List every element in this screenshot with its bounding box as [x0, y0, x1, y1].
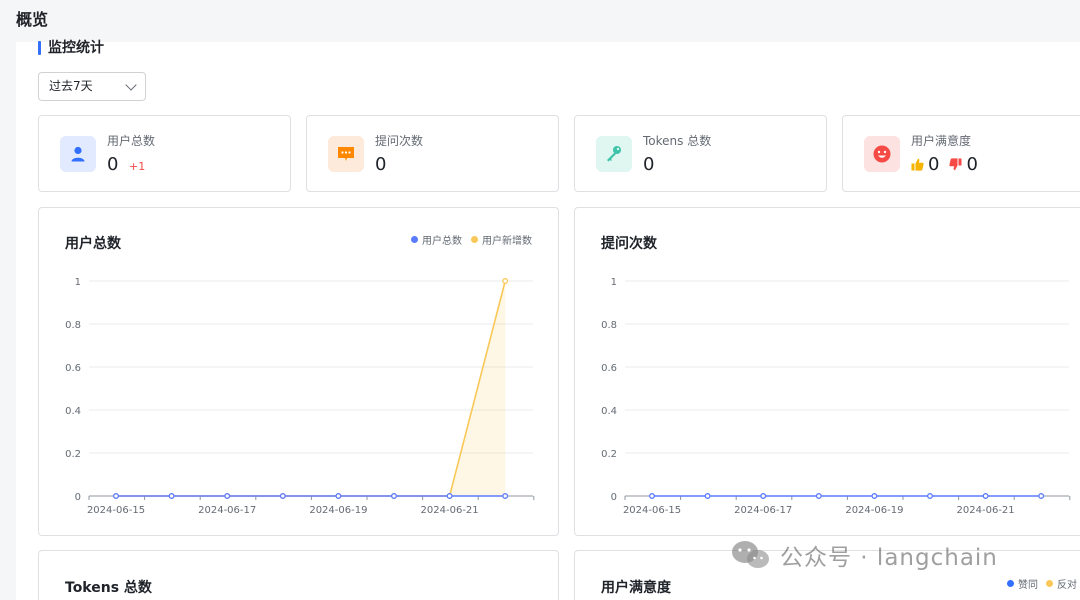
- data-point: [168, 493, 175, 499]
- legend-label: 反对: [1057, 580, 1077, 591]
- x-tick-label: 2024-06-21: [957, 505, 1015, 516]
- stat-label: 提问次数: [375, 134, 424, 148]
- data-point: [113, 493, 119, 499]
- key-icon: [596, 136, 632, 172]
- stat-card-users: 用户总数 0 +1: [38, 115, 291, 192]
- stat-label: 用户总数: [107, 134, 156, 148]
- users-line-chart: 1 0.8 0.6 0.4 0.2 0 2024-06-15 2024-06-17 2024-0…: [65, 277, 535, 516]
- y-tick-label: 0.2: [65, 449, 81, 460]
- section-title: 监控统计: [38, 40, 104, 56]
- data-point: [502, 278, 509, 284]
- x-tick-label: 2024-06-15: [87, 505, 145, 516]
- x-tick-label: 2024-06-19: [845, 505, 903, 516]
- stat-card-tokens: Tokens 总数 0: [574, 115, 827, 192]
- watermark-text: 公众号 · langchain: [780, 545, 998, 571]
- time-range-select[interactable]: 过去7天: [38, 72, 146, 101]
- y-tick-label: 0.8: [601, 320, 617, 331]
- stat-value: 0: [375, 154, 387, 175]
- data-point: [760, 493, 767, 499]
- y-tick-label: 0.4: [65, 406, 81, 417]
- monitor-panel: 监控统计 过去7天 用户总数 0 +1 提问次数 0 Tokens 总数 0 用…: [16, 40, 1080, 600]
- chart-legend: 赞同 反对: [1007, 576, 1077, 591]
- chart-card-tokens: Tokens 总数: [38, 550, 559, 600]
- data-point: [391, 493, 397, 499]
- stat-label: 用户满意度: [911, 134, 972, 148]
- chart-title: Tokens 总数: [65, 580, 152, 596]
- data-point: [1038, 493, 1045, 499]
- series-line: [116, 280, 506, 497]
- data-point: [502, 493, 509, 499]
- message-icon: [328, 136, 364, 172]
- legend-label: 赞同: [1018, 580, 1038, 591]
- thumbs-up-icon: [911, 158, 924, 171]
- data-point: [335, 493, 342, 499]
- chart-card-users: 用户总数 用户总数 用户新增数 1 0.8 0.6 0.4 0.2 0 2024-06-15…: [38, 207, 559, 536]
- y-tick-label: 0.6: [65, 363, 81, 374]
- y-tick-label: 1: [75, 277, 81, 288]
- wechat-icon: [732, 541, 769, 568]
- y-tick-label: 0: [611, 492, 617, 503]
- time-range-value: 过去7天: [49, 79, 93, 93]
- data-point: [871, 493, 878, 499]
- data-point: [704, 493, 711, 499]
- chart-title: 用户满意度: [601, 580, 671, 596]
- data-point: [815, 493, 822, 499]
- legend-item[interactable]: 反对: [1046, 576, 1077, 591]
- y-tick-label: 0.8: [65, 320, 81, 331]
- legend-dot: [1046, 580, 1053, 587]
- chart-card-questions: 提问次数 1 0.8 0.6 0.4 0.2 0 2024-06-15 2024-06-17 2…: [574, 207, 1080, 536]
- stat-delta: +1: [129, 160, 146, 173]
- stat-value: 0: [643, 154, 655, 175]
- thumbs-down-icon: [949, 158, 962, 171]
- page-title: 概览: [16, 10, 49, 29]
- watermark: 公众号 · langchain: [730, 538, 998, 572]
- stat-card-satisfaction: 用户满意度 0 0: [842, 115, 1080, 192]
- like-count: 0: [928, 154, 940, 175]
- stat-value: 0: [107, 154, 119, 175]
- legend-item[interactable]: 赞同: [1007, 576, 1038, 591]
- data-point: [224, 493, 231, 499]
- y-tick-label: 0.6: [601, 363, 617, 374]
- satisfaction-values: 0 0: [911, 154, 978, 175]
- x-tick-label: 2024-06-17: [734, 505, 792, 516]
- dislike-count: 0: [966, 154, 978, 175]
- data-point: [279, 493, 286, 499]
- legend-dot: [1007, 580, 1014, 587]
- chevron-down-icon: [125, 79, 137, 91]
- series-area: [116, 281, 506, 496]
- y-tick-label: 1: [611, 277, 617, 288]
- user-icon: [60, 136, 96, 172]
- smile-icon: [864, 136, 900, 172]
- x-tick-label: 2024-06-15: [623, 505, 681, 516]
- questions-line-chart: 1 0.8 0.6 0.4 0.2 0 2024-06-15 2024-06-17 2024-0…: [601, 277, 1071, 516]
- x-tick-label: 2024-06-21: [421, 505, 479, 516]
- y-tick-label: 0.2: [601, 449, 617, 460]
- data-point: [649, 493, 655, 499]
- data-point: [446, 493, 453, 499]
- data-point: [927, 493, 933, 499]
- x-tick-label: 2024-06-17: [198, 505, 256, 516]
- y-tick-label: 0.4: [601, 406, 617, 417]
- data-point: [982, 493, 989, 499]
- x-tick-label: 2024-06-19: [309, 505, 367, 516]
- y-tick-label: 0: [75, 492, 81, 503]
- stat-card-questions: 提问次数 0: [306, 115, 559, 192]
- stat-label: Tokens 总数: [643, 134, 712, 148]
